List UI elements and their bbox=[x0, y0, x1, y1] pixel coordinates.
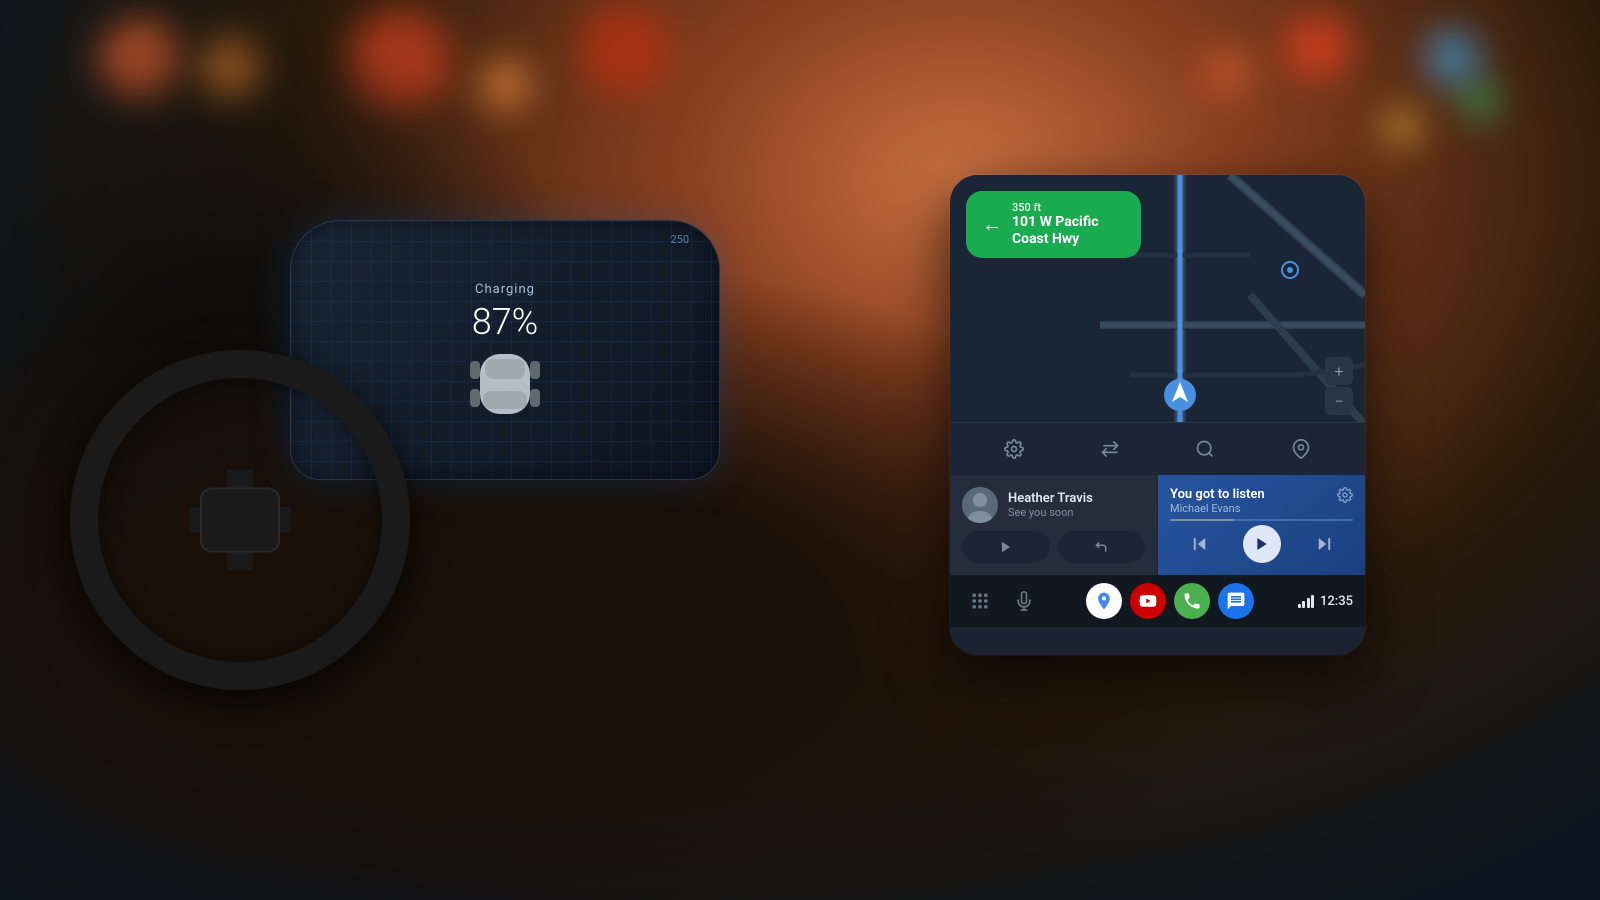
steering-wheel-rim bbox=[70, 350, 410, 690]
artist-name: Michael Evans bbox=[1170, 502, 1265, 515]
android-auto-panel: ← 350 ft 101 W Pacific Coast Hwy ✕ 23 mi… bbox=[950, 175, 1365, 655]
music-card[interactable]: You got to listen Michael Evans bbox=[1158, 475, 1365, 575]
contact-avatar bbox=[962, 487, 998, 523]
play-message-button[interactable] bbox=[962, 531, 1050, 563]
play-pause-button[interactable] bbox=[1243, 525, 1281, 563]
zoom-in-button[interactable]: + bbox=[1325, 357, 1353, 385]
routes-toolbar-button[interactable] bbox=[1092, 431, 1128, 467]
message-actions bbox=[962, 531, 1145, 563]
bottom-cards: Heather Travis See you soon bbox=[950, 475, 1365, 575]
song-title: You got to listen bbox=[1170, 487, 1265, 502]
steering-wheel-hub bbox=[200, 488, 280, 553]
signal-strength-icon bbox=[1298, 594, 1315, 608]
contact-name: Heather Travis bbox=[1008, 491, 1093, 506]
system-bar-right: 12:35 bbox=[1298, 594, 1353, 609]
signal-bar-2 bbox=[1302, 601, 1305, 608]
car-top-view bbox=[455, 349, 555, 419]
map-area[interactable]: ← 350 ft 101 W Pacific Coast Hwy ✕ 23 mi… bbox=[950, 175, 1365, 475]
system-bar-left bbox=[962, 583, 1042, 619]
system-bar-apps bbox=[1086, 583, 1254, 619]
music-controls bbox=[1170, 525, 1353, 563]
signal-bar-3 bbox=[1307, 598, 1310, 608]
message-card[interactable]: Heather Travis See you soon bbox=[950, 475, 1158, 575]
music-progress-fill bbox=[1170, 519, 1234, 521]
nav-info: 350 ft 101 W Pacific Coast Hwy bbox=[1012, 201, 1099, 248]
messages-app-button[interactable] bbox=[1218, 583, 1254, 619]
music-info: You got to listen Michael Evans bbox=[1170, 487, 1265, 515]
youtube-app-button[interactable] bbox=[1130, 583, 1166, 619]
previous-track-button[interactable] bbox=[1184, 528, 1216, 560]
music-progress-bar[interactable] bbox=[1170, 519, 1353, 521]
steering-wheel bbox=[70, 350, 410, 690]
navigation-banner[interactable]: ← 350 ft 101 W Pacific Coast Hwy bbox=[966, 191, 1141, 258]
phone-app-button[interactable] bbox=[1174, 583, 1210, 619]
apps-grid-button[interactable] bbox=[962, 583, 998, 619]
system-time: 12:35 bbox=[1320, 594, 1353, 609]
turn-arrow-icon: ← bbox=[982, 212, 1002, 237]
nav-distance: 350 ft bbox=[1012, 201, 1099, 214]
map-zoom-controls: + − bbox=[1325, 357, 1353, 415]
range-indicator: 250 bbox=[670, 233, 689, 246]
search-toolbar-button[interactable] bbox=[1187, 431, 1223, 467]
google-maps-app-button[interactable] bbox=[1086, 583, 1122, 619]
avatar-image bbox=[962, 487, 998, 523]
message-info: Heather Travis See you soon bbox=[1008, 491, 1093, 519]
map-toolbar bbox=[950, 422, 1365, 475]
microphone-button[interactable] bbox=[1006, 583, 1042, 619]
reply-message-button[interactable] bbox=[1058, 531, 1146, 563]
next-track-button[interactable] bbox=[1308, 528, 1340, 560]
settings-toolbar-button[interactable] bbox=[996, 431, 1032, 467]
signal-bar-1 bbox=[1298, 604, 1301, 608]
message-header: Heather Travis See you soon bbox=[962, 487, 1145, 523]
music-settings-button[interactable] bbox=[1337, 487, 1353, 507]
music-header: You got to listen Michael Evans bbox=[1170, 487, 1353, 515]
system-bar: 12:35 bbox=[950, 575, 1365, 627]
message-preview: See you soon bbox=[1008, 506, 1093, 519]
signal-bar-4 bbox=[1311, 595, 1314, 608]
nav-street-line1: 101 W Pacific bbox=[1012, 214, 1099, 231]
nav-street-line2: Coast Hwy bbox=[1012, 231, 1099, 248]
pin-toolbar-button[interactable] bbox=[1283, 431, 1319, 467]
zoom-out-button[interactable]: − bbox=[1325, 387, 1353, 415]
